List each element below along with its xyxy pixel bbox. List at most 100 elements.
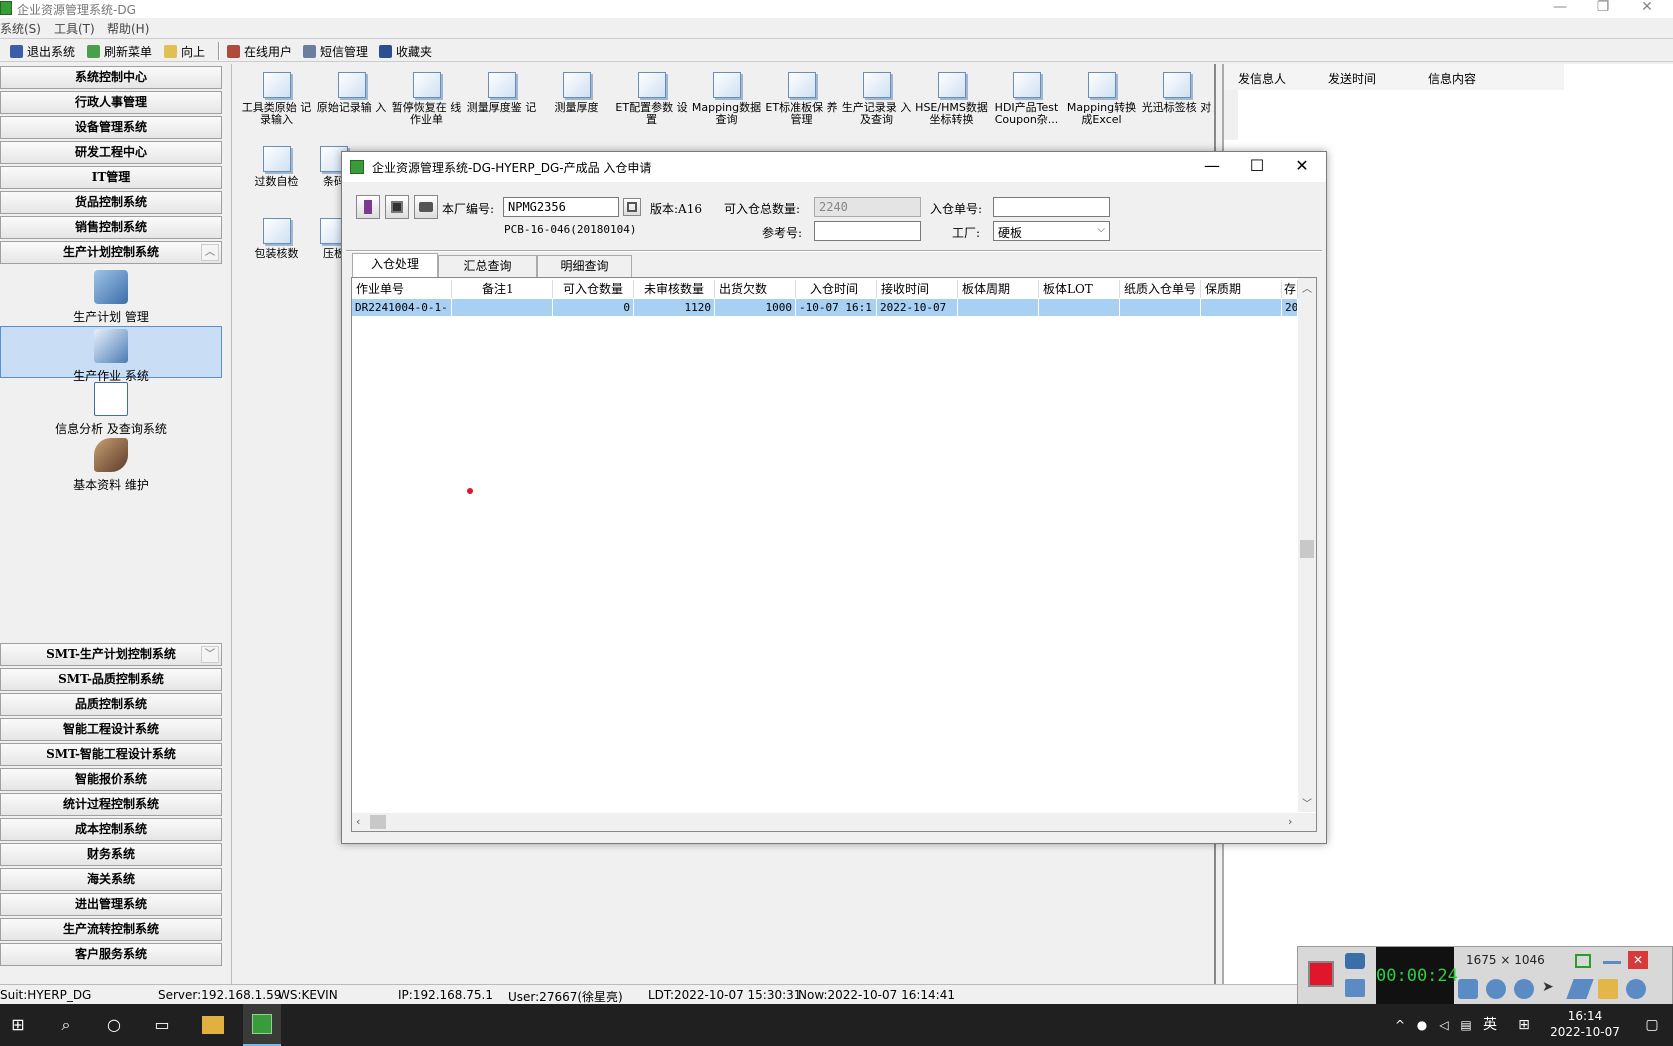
volume-icon[interactable]: ◁ <box>1434 1016 1454 1034</box>
col-paper-stock-no[interactable]: 纸质入仓单号 <box>1120 280 1201 298</box>
nav-group-quality[interactable]: 品质控制系统 <box>0 693 222 716</box>
save-button[interactable] <box>385 195 409 219</box>
table-row[interactable]: DR2241004-0-1- 0 1120 1000 -10-07 16:1 2… <box>352 299 1298 316</box>
microphone-icon[interactable] <box>1486 979 1506 999</box>
nav-group-smt-plan[interactable]: SMT-生产计划控制系统 ﹀ <box>0 643 222 666</box>
factory-no-input[interactable]: NPMG2356 <box>503 197 619 217</box>
nav-group-hr[interactable]: 行政人事管理 <box>0 91 222 114</box>
grid-item-tool-raw-record[interactable]: 工具类原始 记录输入 <box>239 68 314 126</box>
col-sender[interactable]: 发信息人 <box>1238 70 1286 87</box>
grid-item-pause-resume[interactable]: 暂停恢复在 线作业单 <box>389 68 464 126</box>
nav-group-sales[interactable]: 销售控制系统 <box>0 216 222 239</box>
settings-icon[interactable] <box>1626 979 1646 999</box>
nav-item-production-ops[interactable]: 生产作业 系统 <box>0 326 222 383</box>
favorites-button[interactable]: 收藏夹 <box>379 43 432 59</box>
nav-group-cost[interactable]: 成本控制系统 <box>0 818 222 841</box>
grid-item-count-check[interactable]: 过数自检 <box>239 142 314 188</box>
dialog-minimize-icon[interactable]: — <box>1192 155 1232 177</box>
grid-item-thickness-check[interactable]: 测量厚度鉴 记 <box>464 68 539 114</box>
scroll-up-icon[interactable]: ︿ <box>1302 280 1312 295</box>
pause-icon[interactable] <box>1345 979 1365 997</box>
minimize-recorder-icon[interactable] <box>1603 961 1621 964</box>
maximize-icon[interactable]: ❐ <box>1588 0 1618 16</box>
grid-item-label-check[interactable]: 光迅标签核 对 <box>1139 68 1214 114</box>
grid-item-thickness[interactable]: 测量厚度 <box>539 68 614 114</box>
minimize-icon[interactable]: — <box>1545 0 1575 16</box>
factory-select[interactable]: 硬板 ⌵ <box>993 221 1110 241</box>
online-users-button[interactable]: 在线用户 <box>227 43 292 59</box>
menu-help[interactable]: 帮助(H) <box>107 20 149 37</box>
col-stock-in-time[interactable]: 入仓时间 <box>796 280 877 298</box>
webcam-icon[interactable] <box>1514 979 1534 999</box>
cursor-icon[interactable]: ➤ <box>1542 979 1562 999</box>
nav-group-inout[interactable]: 进出管理系统 <box>0 893 222 916</box>
exit-system-button[interactable]: 退出系统 <box>10 43 75 59</box>
lookup-button[interactable] <box>623 198 641 216</box>
ref-no-input[interactable] <box>814 221 921 241</box>
scroll-thumb[interactable] <box>1300 540 1314 558</box>
nav-group-smart-engineering[interactable]: 智能工程设计系统 <box>0 718 222 741</box>
horizontal-scrollbar[interactable]: ‹ › <box>352 813 1316 831</box>
menu-tools[interactable]: 工具(T) <box>54 20 95 37</box>
nav-item-basic-data[interactable]: 基本资料 维护 <box>0 438 222 494</box>
nav-group-rd[interactable]: 研发工程中心 <box>0 141 222 164</box>
grid-item-production-record[interactable]: 生产记录录 入及查询 <box>839 68 914 126</box>
tool-button[interactable] <box>356 195 380 219</box>
up-button[interactable]: 向上 <box>164 43 205 59</box>
pen-icon[interactable] <box>1566 979 1594 999</box>
dialog-close-icon[interactable]: ✕ <box>1282 155 1322 177</box>
nav-group-customer-service[interactable]: 客户服务系统 <box>0 943 222 966</box>
nav-group-finance[interactable]: 财务系统 <box>0 843 222 866</box>
dialog-maximize-icon[interactable]: ☐ <box>1237 155 1277 177</box>
ime-indicator[interactable]: 英 <box>1480 1016 1500 1034</box>
col-send-time[interactable]: 发送时间 <box>1328 70 1376 87</box>
col-stock[interactable]: 存 <box>1282 280 1298 298</box>
erp-taskbar-button[interactable] <box>243 1004 281 1046</box>
tab-detail-query[interactable]: 明细查询 <box>537 255 632 277</box>
grid-item-pack-count[interactable]: 包装核数 <box>239 214 314 260</box>
chevron-up-icon[interactable]: ^ <box>1390 1016 1410 1034</box>
tab-stock-in-process[interactable]: 入仓处理 <box>352 253 438 277</box>
refresh-menu-button[interactable]: 刷新菜单 <box>87 43 152 59</box>
ime-mode-icon[interactable]: ⊞ <box>1514 1016 1534 1034</box>
nav-group-spc[interactable]: 统计过程控制系统 <box>0 793 222 816</box>
tab-summary-query[interactable]: 汇总查询 <box>438 255 537 277</box>
col-available-qty[interactable]: 可入仓数量 <box>553 280 634 298</box>
grid-item-et-board[interactable]: ET标准板保 养管理 <box>764 68 839 126</box>
camera-icon[interactable] <box>1345 953 1365 969</box>
grid-item-raw-record[interactable]: 原始记录输 入 <box>314 68 389 114</box>
grid-item-hse-convert[interactable]: HSE/HMS数据 坐标转换 <box>914 68 989 126</box>
close-icon[interactable]: ✕ <box>1632 0 1662 16</box>
nav-group-it[interactable]: IT管理 <box>0 166 222 189</box>
file-explorer-icon[interactable] <box>202 1016 224 1034</box>
nav-group-quotation[interactable]: 智能报价系统 <box>0 768 222 791</box>
scroll-down-icon[interactable]: ﹀ <box>1302 795 1312 810</box>
speaker-icon[interactable] <box>1458 979 1478 999</box>
col-remark1[interactable]: 备注1 <box>452 280 553 298</box>
network-icon[interactable]: ▤ <box>1456 1016 1476 1034</box>
search-icon[interactable]: ⌕ <box>56 1016 76 1034</box>
nav-item-production-plan[interactable]: 生产计划 管理 <box>0 270 222 326</box>
col-shipment-owed[interactable]: 出货欠数 <box>715 280 796 298</box>
nav-item-info-analysis[interactable]: 信息分析 及查询系统 <box>0 382 222 438</box>
task-view-icon[interactable]: ▭ <box>152 1016 172 1034</box>
scroll-down-icon[interactable]: ﹀ <box>201 646 219 663</box>
microphone-icon[interactable]: ● <box>1412 1016 1432 1034</box>
nav-group-production-plan[interactable]: 生产计划控制系统 ︿ <box>0 241 222 264</box>
grid-item-hdi-coupon[interactable]: HDI产品Test Coupon杂... <box>989 68 1064 126</box>
nav-group-smt-smart-engineering[interactable]: SMT-智能工程设计系统 <box>0 743 222 766</box>
grid-item-mapping-excel[interactable]: Mapping转换 成Excel <box>1064 68 1139 126</box>
col-job-no[interactable]: 作业单号 <box>352 280 452 298</box>
stock-in-no-input[interactable] <box>993 197 1110 217</box>
taskbar-clock[interactable]: 16:14 2022-10-07 <box>1540 1008 1630 1040</box>
nav-group-system-control[interactable]: 系统控制中心 <box>0 66 222 89</box>
menu-system[interactable]: 系统(S) <box>0 20 41 37</box>
region-icon[interactable] <box>1575 954 1591 968</box>
nav-group-equipment[interactable]: 设备管理系统 <box>0 116 222 139</box>
nav-group-smt-quality[interactable]: SMT-品质控制系统 <box>0 668 222 691</box>
vertical-scrollbar[interactable]: ︿ ﹀ <box>1298 278 1316 812</box>
notification-icon[interactable]: ▢ <box>1642 1016 1662 1034</box>
nav-group-customs[interactable]: 海关系统 <box>0 868 222 891</box>
scroll-right-icon[interactable]: › <box>1288 815 1292 828</box>
col-shelf-life[interactable]: 保质期 <box>1201 280 1282 298</box>
